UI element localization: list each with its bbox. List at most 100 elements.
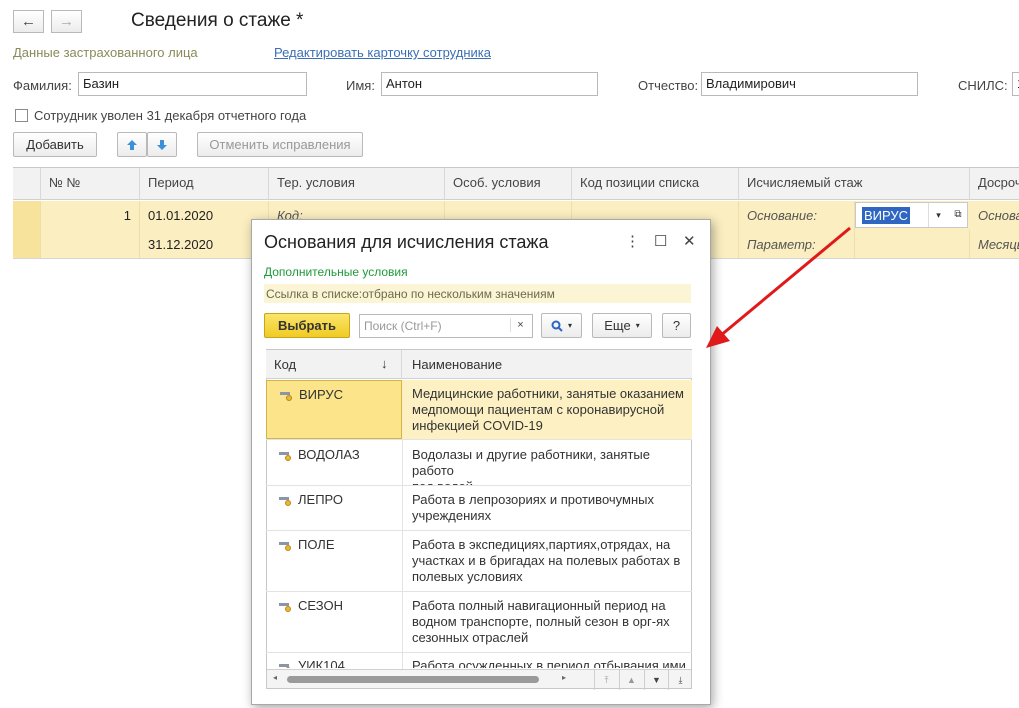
catalog-item-icon <box>279 450 292 461</box>
filter-status: Ссылка в списке:отбрано по нескольким зн… <box>264 284 691 303</box>
dismissed-checkbox-label: Сотрудник уволен 31 декабря отчетного го… <box>34 108 307 123</box>
maximize-icon[interactable]: ☐ <box>654 232 667 250</box>
annotation-arrow <box>706 226 851 348</box>
catalog-item-icon <box>279 495 292 506</box>
arrow-up-icon <box>127 139 137 150</box>
help-button[interactable]: ? <box>662 313 691 338</box>
arrow-down-icon <box>157 139 167 150</box>
basis-field-value: ВИРУС <box>862 207 911 224</box>
row-number: 1 <box>41 201 140 230</box>
scroll-right-icon[interactable]: ▸ <box>562 673 566 682</box>
more-button[interactable]: Еще ▾ <box>592 313 652 338</box>
more-menu-icon[interactable]: ⋮ <box>625 232 640 250</box>
first-page-button[interactable]: ⤒ <box>594 670 618 690</box>
basis-field[interactable]: ВИРУС ▾ ⧉ <box>855 202 968 228</box>
list-item[interactable]: УИК104 Работа осужденных в период отбыва… <box>266 653 692 668</box>
lastname-label: Фамилия: <box>13 78 72 93</box>
list-item-code: ВИРУС <box>266 380 402 439</box>
list-item-name: Работа полный навигационный период на во… <box>412 598 670 645</box>
list-item-code: УИК104 <box>266 653 402 668</box>
col-list-position-code[interactable]: Код позиции списка <box>572 168 739 200</box>
col-calculated-experience[interactable]: Исчисляемый стаж <box>739 168 970 200</box>
dialog-title: Основания для исчисления стажа <box>264 232 549 252</box>
more-dropdown-icon: ▾ <box>635 321 640 330</box>
col-code[interactable]: Код ↓ <box>266 350 402 379</box>
snils-label: СНИЛС: <box>958 78 1008 93</box>
code-text: ПОЛЕ <box>298 537 335 552</box>
page-down-button[interactable]: ▼ <box>644 670 668 690</box>
col-number[interactable]: № № <box>41 168 140 200</box>
list-item-name: Водолазы и другие работники, занятые раб… <box>412 447 650 485</box>
last-page-button[interactable]: ⤓ <box>668 670 692 690</box>
table-header: № № Период Тер. условия Особ. условия Ко… <box>13 168 1019 200</box>
search-button[interactable]: ▾ <box>541 313 582 338</box>
row-parameter-value[interactable] <box>855 230 970 259</box>
more-button-label: Еще <box>604 318 631 333</box>
insured-person-label: Данные застрахованного лица <box>13 45 198 60</box>
dismissed-checkbox[interactable] <box>15 109 28 122</box>
back-button[interactable]: ← <box>13 10 44 33</box>
horizontal-scrollbar-thumb[interactable] <box>287 676 539 683</box>
catalog-item-icon <box>279 662 292 668</box>
col-period[interactable]: Период <box>140 168 269 200</box>
catalog-item-icon <box>279 540 292 551</box>
forward-button[interactable]: → <box>51 10 82 33</box>
page-up-button[interactable]: ▲ <box>619 670 643 690</box>
snils-field[interactable]: 1 <box>1012 72 1019 96</box>
move-down-button[interactable] <box>147 132 177 157</box>
close-icon[interactable]: ✕ <box>683 232 696 250</box>
col-name[interactable]: Наименование <box>403 350 692 379</box>
col-early[interactable]: Досроч <box>970 168 1019 200</box>
last-page-icon: ⤓ <box>678 674 683 685</box>
scroll-left-icon[interactable]: ◂ <box>273 673 277 682</box>
arrow-right-icon: → <box>59 13 74 30</box>
search-input[interactable]: Поиск (Ctrl+F) × <box>359 314 533 338</box>
undo-corrections-button[interactable]: Отменить исправления <box>197 132 363 157</box>
col-special-conditions[interactable]: Особ. условия <box>445 168 572 200</box>
firstname-label: Имя: <box>346 78 375 93</box>
page-up-icon: ▲ <box>627 675 636 685</box>
list-item[interactable]: ВОДОЛАЗ Водолазы и другие работники, зан… <box>266 441 692 486</box>
sort-desc-icon: ↓ <box>381 356 388 371</box>
list-item-name: Работа в лепрозориях и противочумных учр… <box>412 492 654 523</box>
search-icon <box>551 320 563 332</box>
code-text: ВОДОЛАЗ <box>298 447 360 462</box>
list-item[interactable]: СЕЗОН Работа полный навигационный период… <box>266 592 692 653</box>
basis-dropdown-icon[interactable]: ▾ <box>928 203 948 227</box>
patronymic-label: Отчество: <box>638 78 699 93</box>
code-text: УИК104 <box>298 658 345 668</box>
code-text: ВИРУС <box>299 387 344 402</box>
select-button[interactable]: Выбрать <box>264 313 350 338</box>
dismissed-checkbox-row[interactable]: Сотрудник уволен 31 декабря отчетного го… <box>15 108 306 123</box>
list-item[interactable]: ЛЕПРО Работа в лепрозориях и противочумн… <box>266 486 692 531</box>
list-item[interactable]: ВИРУС Медицинские работники, занятые ока… <box>266 380 692 440</box>
patronymic-field[interactable]: Владимирович <box>701 72 918 96</box>
row-period-start: 01.01.2020 <box>140 201 269 230</box>
catalog-item-icon <box>279 601 292 612</box>
row-period-end: 31.12.2020 <box>140 230 269 259</box>
row-early-months: Месяцы <box>978 237 1019 252</box>
row-number-empty <box>41 230 140 259</box>
open-basis-icon[interactable]: ⧉ <box>949 203 967 227</box>
list-item[interactable]: ПОЛЕ Работа в экспедициях,партиях,отряда… <box>266 531 692 592</box>
col-ter-conditions[interactable]: Тер. условия <box>269 168 445 200</box>
clear-search-icon[interactable]: × <box>510 318 530 332</box>
lastname-field[interactable]: Базин <box>78 72 307 96</box>
edit-employee-card-link[interactable]: Редактировать карточку сотрудника <box>274 45 491 60</box>
search-dropdown-icon: ▾ <box>567 321 572 330</box>
page-down-icon: ▼ <box>652 675 661 685</box>
row-marker <box>13 201 41 230</box>
list-item-code: ПОЛЕ <box>266 531 402 591</box>
catalog-item-icon <box>280 390 293 401</box>
list-item-name: Работа осужденных в период отбывания ими <box>412 658 686 668</box>
first-page-icon: ⤒ <box>604 674 609 685</box>
add-button[interactable]: Добавить <box>13 132 97 157</box>
list-item-code: ЛЕПРО <box>266 486 402 530</box>
additional-conditions-label[interactable]: Дополнительные условия <box>264 265 408 279</box>
search-placeholder: Поиск (Ctrl+F) <box>364 319 442 333</box>
code-text: ЛЕПРО <box>298 492 344 507</box>
col-code-label: Код <box>274 357 297 372</box>
firstname-field[interactable]: Антон <box>381 72 598 96</box>
list-item-code: ВОДОЛАЗ <box>266 441 402 485</box>
move-up-button[interactable] <box>117 132 147 157</box>
